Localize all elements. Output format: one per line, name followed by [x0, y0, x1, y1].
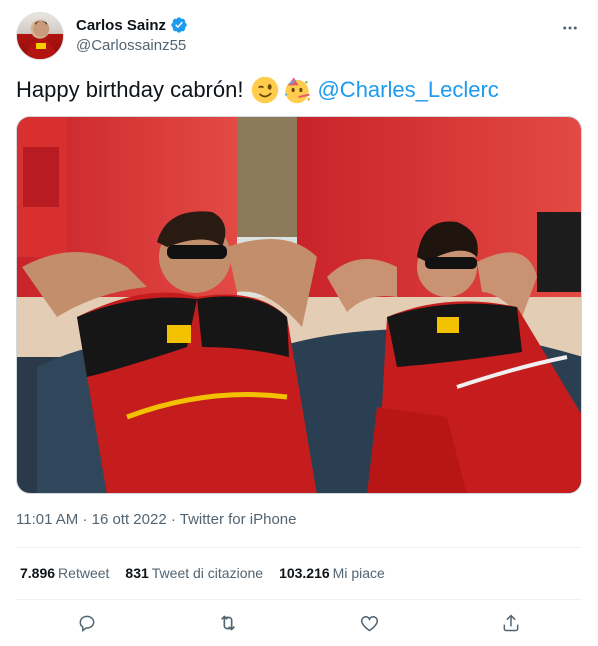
divider [16, 547, 582, 548]
avatar-image [25, 21, 57, 59]
more-options-icon[interactable] [558, 16, 582, 40]
meta-separator: · [170, 511, 176, 528]
tweet-meta: 11:01 AM · 16 ott 2022 · Twitter for iPh… [16, 511, 296, 528]
tweet-actions [16, 606, 582, 640]
photo-two-drivers-in-red-team-shirts [17, 117, 581, 493]
retweet-icon[interactable] [211, 606, 245, 640]
quote-tweet-count[interactable]: 831 Tweet di citazione [125, 565, 263, 581]
tweet-client[interactable]: Twitter for iPhone [180, 511, 297, 528]
tweet-stats: 7.896 Retweet 831 Tweet di citazione 103.2… [20, 565, 385, 581]
author-name[interactable]: Carlos Sainz [76, 17, 166, 34]
verified-badge-icon [171, 17, 187, 33]
like-count[interactable]: 103.216 Mi piace [279, 565, 385, 581]
avatar[interactable] [16, 12, 64, 60]
tweet-body: Happy birthday cabrón! [16, 77, 244, 102]
divider [16, 599, 582, 600]
share-icon[interactable] [494, 606, 528, 640]
tweet-date[interactable]: 16 ott 2022 [92, 511, 167, 528]
reply-icon[interactable] [70, 606, 104, 640]
partying-face-emoji [285, 77, 311, 104]
tweet-text: Happy birthday cabrón! @Charles_Leclerc [16, 76, 499, 104]
meta-separator: · [82, 511, 88, 528]
retweet-count[interactable]: 7.896 Retweet [20, 565, 109, 581]
tweet-photo[interactable] [16, 116, 582, 494]
tweet-header: Carlos Sainz @Carlossainz55 [16, 12, 582, 62]
like-icon[interactable] [353, 606, 387, 640]
mention-link[interactable]: @Charles_Leclerc [317, 77, 498, 103]
tweet-time[interactable]: 11:01 AM [16, 511, 78, 528]
winking-face-emoji [252, 76, 279, 104]
author-handle[interactable]: @Carlossainz55 [76, 37, 186, 54]
